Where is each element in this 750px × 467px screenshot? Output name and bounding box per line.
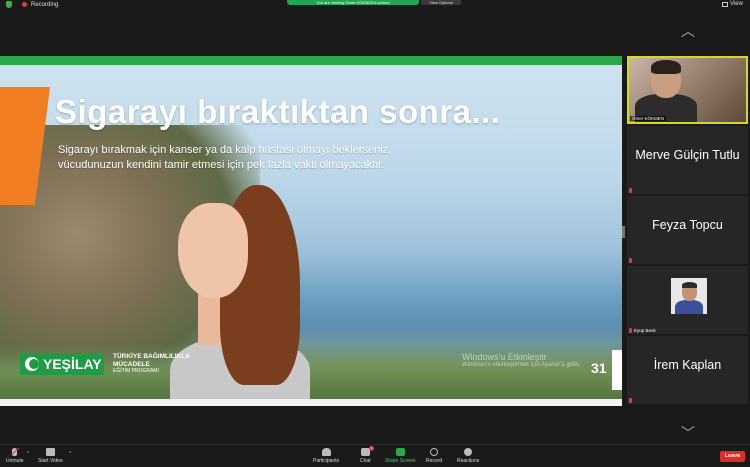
unmute-label: Unmute	[6, 458, 24, 464]
participants-button[interactable]: Participants	[313, 448, 339, 464]
chat-button[interactable]: 1 Chat	[360, 446, 374, 464]
muted-mic-icon	[629, 258, 632, 263]
viewing-screen-banner: You are viewing Ömer KÖKMEN's screen	[287, 0, 419, 5]
reactions-icon	[464, 448, 473, 456]
program-line-2: MÜCADELE	[113, 360, 150, 368]
slide-title: Sigarayı bıraktıktan sonra...	[55, 93, 501, 130]
leave-button[interactable]: Leave	[720, 451, 745, 462]
program-name: TÜRKİYE BAĞIMLILIKLA MÜCADELE EĞİTİM PRO…	[113, 353, 190, 376]
record-label: Record	[426, 458, 443, 464]
participant-tile[interactable]: İrem Kaplan	[627, 336, 748, 404]
crescent-icon	[25, 357, 39, 371]
recording-dot-icon	[22, 2, 27, 7]
chevron-up-icon[interactable]: ︿	[681, 24, 695, 38]
view-label: View	[730, 1, 743, 7]
shared-screen: Sigarayı bıraktıktan sonra... Sigarayı b…	[0, 56, 622, 406]
view-button[interactable]: View	[722, 1, 743, 7]
participant-tile[interactable]: Feyza Topcu	[627, 196, 748, 264]
windows-activation-watermark: Windows'u Etkinleştir Windows'u etkinleş…	[462, 352, 581, 368]
view-options-button[interactable]: View Options	[421, 0, 461, 5]
avatar	[671, 278, 707, 314]
slide-page-number: 31	[591, 360, 607, 376]
yesilay-logo: YEŞİLAY	[20, 353, 104, 375]
participant-name: İrem Kaplan	[653, 358, 722, 372]
muted-mic-icon	[629, 188, 632, 193]
meeting-toolbar: Unmute ^ Start Video ^ Participants 1 Ch…	[0, 444, 750, 467]
chat-badge: 1	[368, 446, 374, 451]
shared-screen-bottom-strip	[0, 399, 622, 406]
participant-gallery: ︿ Ömer KÖKMEN Merve Gülçin Tutlu Feyza T…	[625, 22, 750, 444]
recording-label: Recording	[31, 1, 59, 8]
recording-indicator: Recording	[6, 1, 58, 8]
program-line-1: TÜRKİYE BAĞIMLILIKLA	[113, 353, 190, 360]
grid-view-icon	[722, 1, 728, 7]
chevron-down-icon[interactable]: ﹀	[681, 426, 695, 440]
presentation-slide: Sigarayı bıraktıktan sonra... Sigarayı b…	[0, 65, 622, 399]
reactions-button[interactable]: Reactions	[457, 448, 479, 464]
participants-icon	[321, 448, 331, 456]
participant-tile-video[interactable]: Ömer KÖKMEN	[627, 56, 748, 124]
slide-top-stripe	[0, 56, 622, 65]
chat-icon: 1	[360, 446, 374, 456]
shield-icon	[6, 1, 12, 8]
participant-name-label: Eyüp Benk	[634, 328, 656, 333]
participant-tile-avatar[interactable]: Eyüp Benk	[627, 266, 748, 334]
start-video-label: Start Video	[38, 458, 63, 464]
microphone-muted-icon	[11, 447, 20, 456]
participant-name: Merve Gülçin Tutlu	[635, 148, 740, 162]
audio-options-caret-icon[interactable]: ^	[27, 451, 29, 457]
share-screen-label: Share Screen	[385, 458, 416, 464]
participant-name: Feyza Topcu	[652, 218, 723, 232]
chat-label: Chat	[360, 458, 371, 464]
participants-label: Participants	[313, 458, 340, 464]
record-icon	[430, 448, 439, 456]
video-camera-off-icon	[45, 448, 55, 456]
participant-tile[interactable]: Merve Gülçin Tutlu	[627, 126, 748, 194]
record-button[interactable]: Record	[426, 448, 442, 464]
video-options-caret-icon[interactable]: ^	[69, 451, 71, 457]
muted-mic-icon	[629, 328, 632, 333]
logo-text: YEŞİLAY	[43, 356, 102, 372]
share-screen-icon	[395, 448, 405, 456]
reactions-label: Reactions	[457, 458, 480, 464]
start-video-button[interactable]: Start Video	[38, 448, 63, 464]
activation-subtitle: Windows'u etkinleştirmek için Ayarlar'a …	[462, 362, 581, 368]
muted-mic-icon	[629, 398, 632, 403]
unmute-button[interactable]: Unmute	[6, 447, 24, 464]
share-screen-button[interactable]: Share Screen	[385, 448, 416, 464]
program-line-3: EĞİTİM PROGRAMI	[113, 368, 159, 374]
participant-name-label: Ömer KÖKMEN	[630, 116, 667, 121]
activation-title: Windows'u Etkinleştir	[462, 352, 547, 362]
slide-subtitle: Sigarayı bırakmak için kanser ya da kalp…	[58, 144, 392, 171]
slide-edge	[612, 350, 622, 390]
